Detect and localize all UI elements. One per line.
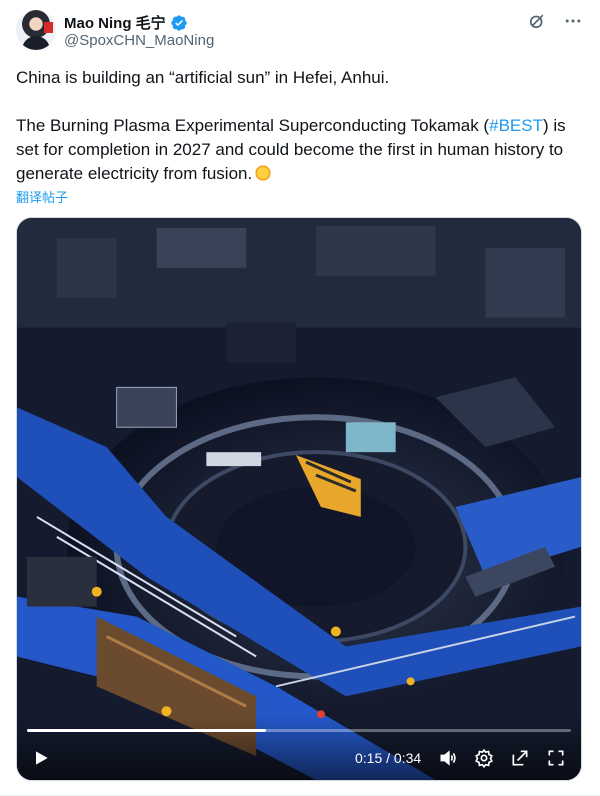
video-time-separator: / — [382, 750, 394, 766]
settings-icon[interactable] — [473, 747, 495, 769]
tweet-line-1: China is building an “artificial sun” in… — [16, 68, 390, 87]
author-handle[interactable]: @SpoxCHN_MaoNing — [64, 32, 214, 49]
tweet: Mao Ning 毛宁 @SpoxCHN_MaoNing China is bu… — [0, 0, 600, 796]
video-player[interactable]: 0:15 / 0:34 — [16, 217, 582, 781]
fullscreen-icon[interactable] — [545, 747, 567, 769]
video-duration: 0:34 — [393, 750, 422, 766]
video-progress-fill — [27, 729, 267, 732]
play-icon[interactable] — [31, 748, 51, 768]
video-frame — [17, 218, 581, 780]
author-name-row: Mao Ning 毛宁 — [64, 12, 188, 33]
video-controls: 0:15 / 0:34 — [17, 716, 581, 780]
more-icon[interactable] — [562, 10, 584, 32]
hashtag-link[interactable]: #BEST — [489, 116, 543, 135]
video-control-icons — [437, 747, 567, 769]
display-name[interactable]: Mao Ning 毛宁 — [64, 12, 166, 33]
tweet-line-2-start: The Burning Plasma Experimental Supercon… — [16, 116, 490, 135]
grok-icon[interactable] — [526, 10, 548, 32]
avatar-figure — [22, 36, 50, 50]
tweet-text: China is building an “artificial sun” in… — [16, 66, 582, 186]
video-progress-bar[interactable] — [27, 729, 571, 732]
avatar[interactable] — [16, 10, 56, 50]
video-current-time: 0:15 — [355, 750, 383, 766]
verified-badge-icon — [170, 14, 188, 32]
top-actions — [526, 10, 584, 32]
avatar-flag — [44, 22, 53, 33]
volume-icon[interactable] — [437, 747, 459, 769]
video-time: 0:15 / 0:34 — [355, 750, 421, 766]
sun-emoji-icon — [254, 164, 273, 182]
popout-icon[interactable] — [509, 747, 531, 769]
tweet-line-2: The Burning Plasma Experimental Supercon… — [16, 114, 582, 186]
translate-post-link[interactable]: 翻译帖子 — [16, 187, 68, 206]
